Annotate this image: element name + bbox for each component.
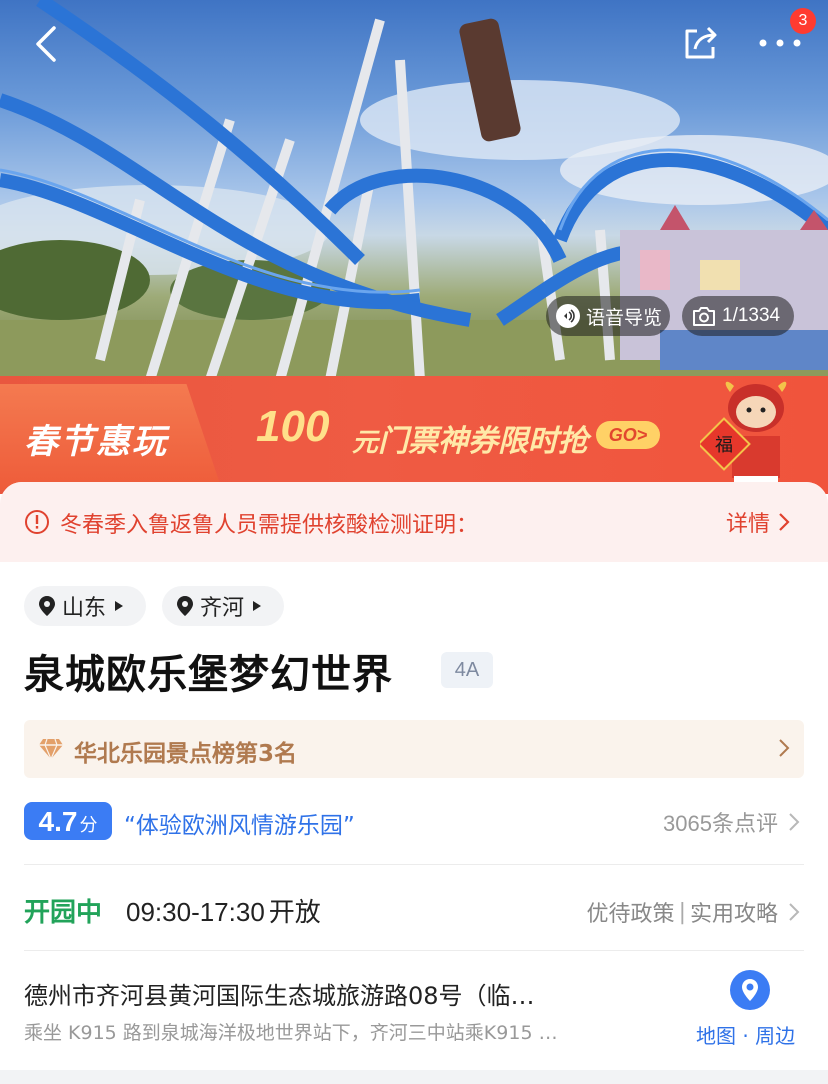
travel-guide-link[interactable]: 实用攻略 — [690, 896, 778, 928]
promo-banner[interactable]: 春节惠玩 100 元门票神券限时抢 GO> 福 — [0, 376, 828, 494]
diamond-icon — [39, 738, 63, 760]
divider — [24, 864, 804, 865]
info-icon — [25, 510, 49, 534]
promo-description: 门票神券限时抢 — [378, 424, 589, 459]
location-tag-county[interactable]: 齐河 — [162, 586, 284, 626]
address-text[interactable]: 德州市齐河县黄河国际生态城旅游路08号（临… — [24, 976, 644, 1011]
photo-gallery-button[interactable]: 1/1334 — [682, 296, 794, 336]
back-icon — [36, 26, 56, 62]
notice-text: 冬春季入鲁返鲁人员需提供核酸检测证明： — [60, 513, 479, 538]
ranking-text: 华北乐园景点榜第3名 — [74, 741, 298, 767]
camera-icon — [690, 302, 718, 330]
ox-mascot-icon: 福 — [700, 381, 787, 486]
attraction-info-card: 冬春季入鲁返鲁人员需提供核酸检测证明： 详情 山东 齐河 泉城欧乐堡梦幻世界 4… — [0, 482, 828, 1084]
promo-title: 春节惠玩 — [24, 422, 168, 462]
promo-text: 元门票神券限时抢 — [352, 416, 588, 460]
transit-directions: 乘坐 K915 路到泉城海洋极地世界站下，齐河三中站乘K915 … — [24, 1022, 558, 1044]
notice-details-label: 详情 — [726, 512, 771, 537]
separator: | — [678, 899, 686, 925]
photo-counter: 1/1334 — [722, 305, 781, 326]
hero-photo[interactable]: 3 语音导览 1/1334 — [0, 0, 828, 380]
attraction-title: 泉城欧乐堡梦幻世界 — [24, 652, 393, 698]
share-icon — [685, 26, 717, 59]
review-highlight-quote: “体验欧洲风情游乐园” — [124, 813, 355, 839]
audio-guide-label: 语音导览 — [586, 306, 663, 329]
rating-unit: 分 — [79, 815, 98, 836]
chevron-right-icon — [789, 903, 800, 921]
audio-icon — [554, 302, 582, 330]
discount-policy-link[interactable]: 优待政策 — [587, 896, 675, 928]
triangle-right-icon — [115, 601, 124, 611]
section-gap — [0, 1070, 828, 1084]
open-status: 开园中 — [24, 898, 103, 928]
map-nearby-label: 地图 · 周边 — [696, 1024, 796, 1048]
map-nearby-button[interactable]: 地图 · 周边 — [694, 970, 806, 1050]
map-pin-icon — [730, 970, 770, 1010]
rating-score: 4.7 — [38, 806, 78, 837]
policy-links[interactable]: 优待政策 | 实用攻略 — [587, 896, 800, 928]
chevron-right-icon — [779, 513, 790, 531]
covid-notice-bar[interactable]: 冬春季入鲁返鲁人员需提供核酸检测证明： 详情 — [0, 482, 828, 562]
attraction-level-badge: 4A — [441, 652, 493, 688]
opening-label: 开放 — [268, 898, 321, 928]
review-count: 3065条点评 — [663, 811, 778, 836]
back-button[interactable] — [22, 20, 70, 68]
opening-hours: 09:30-17:30 开放 — [126, 892, 321, 929]
opening-hours-row[interactable]: 开园中 09:30-17:30 开放 优待政策 | 实用攻略 — [24, 886, 804, 932]
audio-guide-button[interactable]: 语音导览 — [546, 296, 670, 336]
ranking-banner[interactable]: 华北乐园景点榜第3名 — [24, 720, 804, 778]
chevron-right-icon — [779, 739, 790, 757]
location-tag-label: 齐河 — [200, 596, 245, 621]
svg-text:福: 福 — [715, 435, 733, 456]
rating-score-badge: 4.7 分 — [24, 802, 112, 840]
divider — [24, 950, 804, 951]
chevron-right-icon — [789, 813, 800, 831]
review-count-link[interactable]: 3065条点评 — [663, 806, 800, 838]
location-tag-label: 山东 — [62, 596, 107, 621]
triangle-right-icon — [253, 601, 262, 611]
promo-amount: 100 — [256, 402, 330, 451]
more-icon — [759, 39, 801, 47]
promo-unit: 元 — [352, 428, 379, 458]
promo-go-button[interactable]: GO> — [596, 421, 660, 449]
location-pin-icon — [177, 596, 193, 616]
location-tag-province[interactable]: 山东 — [24, 586, 146, 626]
notice-details-link[interactable]: 详情 — [726, 506, 790, 538]
opening-time: 09:30-17:30 — [126, 897, 265, 927]
location-pin-icon — [39, 596, 55, 616]
share-button[interactable] — [676, 18, 726, 68]
notification-badge: 3 — [790, 8, 816, 34]
rating-row[interactable]: 4.7 分 “体验欧洲风情游乐园” 3065条点评 — [24, 800, 804, 844]
